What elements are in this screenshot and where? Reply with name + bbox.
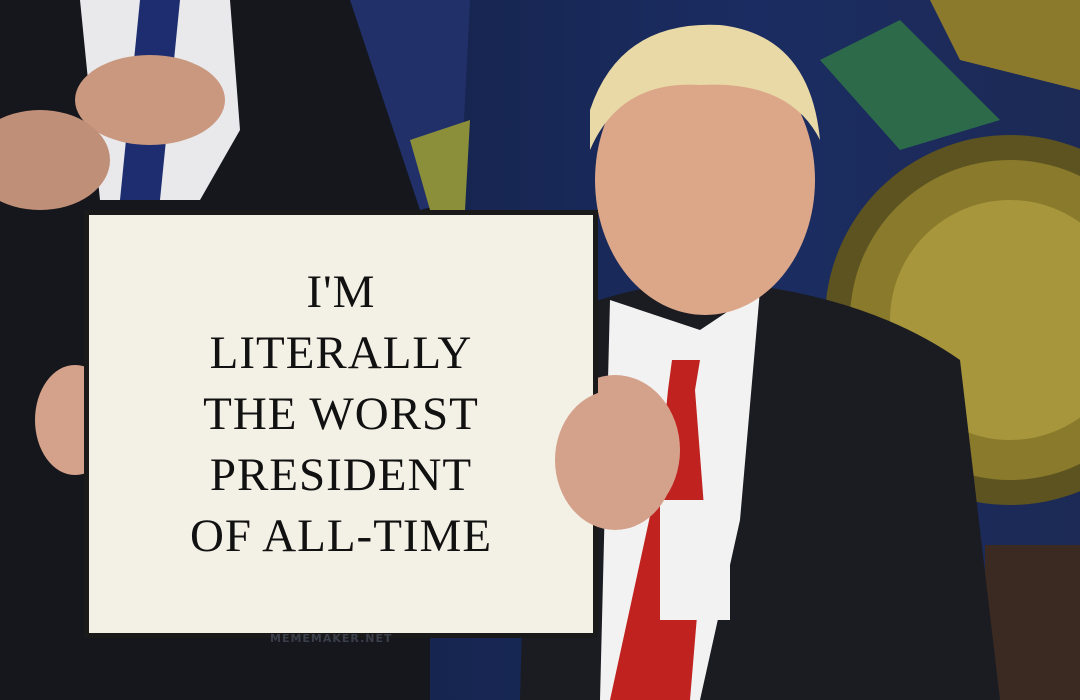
sign-board: I'M LITERALLY THE WORST PRESIDENT OF ALL… xyxy=(84,210,598,638)
sign-line: I'M xyxy=(306,265,376,318)
sign-line: THE WORST xyxy=(203,387,479,440)
sign-line: PRESIDENT xyxy=(209,448,473,501)
sign-line: LITERALLY xyxy=(209,326,473,379)
watermark: MEMEMAKER.NET xyxy=(270,632,393,645)
hand-right xyxy=(555,390,675,530)
sign-line: OF ALL-TIME xyxy=(189,509,493,562)
